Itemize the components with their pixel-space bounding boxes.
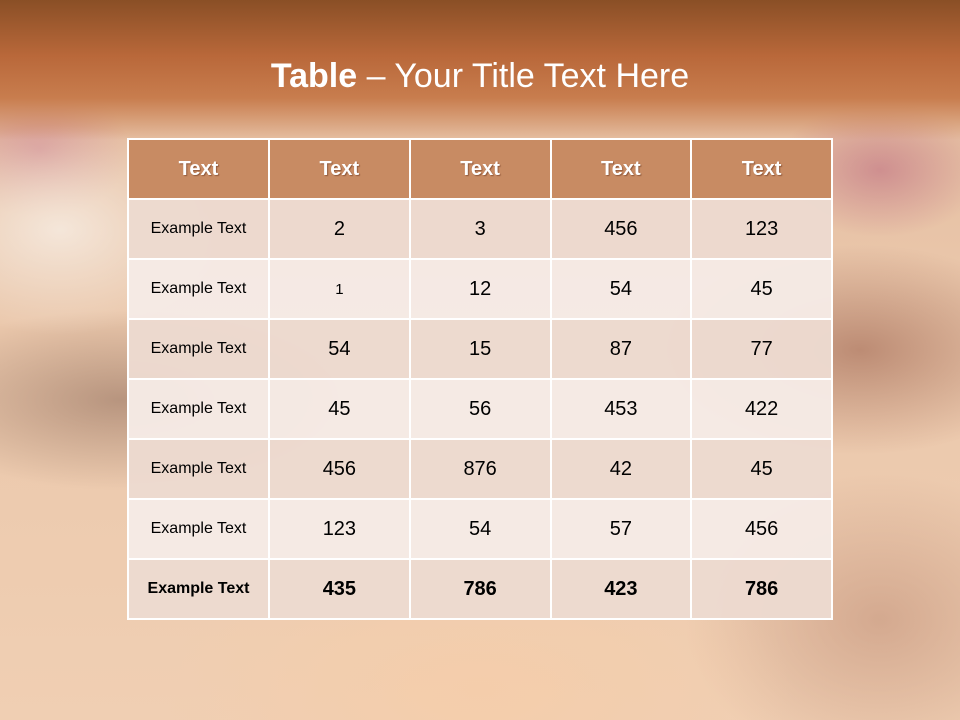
title-bold: Table bbox=[270, 57, 358, 95]
table-cell: 786 bbox=[690, 558, 833, 620]
header-cell: Text bbox=[127, 138, 270, 200]
row-label: Example Text bbox=[127, 318, 270, 380]
table-total-row: Example Text 435 786 423 786 bbox=[127, 558, 833, 620]
table-cell: 1 bbox=[268, 258, 411, 320]
table-cell: 87 bbox=[549, 318, 693, 380]
table-row: Example Text 2 3 456 123 bbox=[127, 198, 833, 260]
table-row: Example Text 45 56 453 422 bbox=[127, 378, 833, 440]
data-table: Text Text Text Text Text Example Text 2 … bbox=[127, 138, 833, 620]
header-cell: Text bbox=[690, 138, 833, 200]
table-cell: 422 bbox=[690, 378, 833, 440]
table-cell: 423 bbox=[549, 558, 693, 620]
table-cell: 453 bbox=[549, 378, 693, 440]
header-cell: Text bbox=[549, 138, 693, 200]
table-cell: 15 bbox=[408, 318, 552, 380]
table-row: Example Text 456 876 42 45 bbox=[127, 438, 833, 500]
table-row: Example Text 123 54 57 456 bbox=[127, 498, 833, 560]
row-label: Example Text bbox=[127, 558, 270, 620]
row-label: Example Text bbox=[127, 258, 270, 320]
row-label: Example Text bbox=[127, 438, 270, 500]
table-cell: 77 bbox=[690, 318, 833, 380]
table-cell: 45 bbox=[268, 378, 411, 440]
table-cell: 456 bbox=[690, 498, 833, 560]
table-cell: 2 bbox=[268, 198, 411, 260]
table-cell: 56 bbox=[408, 378, 552, 440]
table-cell: 54 bbox=[408, 498, 552, 560]
row-label: Example Text bbox=[127, 378, 270, 440]
table-cell: 435 bbox=[268, 558, 411, 620]
title-rest: – Your Title Text Here bbox=[357, 57, 690, 95]
header-cell: Text bbox=[268, 138, 411, 200]
table-cell: 786 bbox=[408, 558, 552, 620]
table-cell: 123 bbox=[268, 498, 411, 560]
table-cell: 3 bbox=[408, 198, 552, 260]
table-cell: 12 bbox=[408, 258, 552, 320]
slide-background: Table – Your Title Text Here Text Text T… bbox=[0, 0, 960, 720]
table-row: Example Text 54 15 87 77 bbox=[127, 318, 833, 380]
table-cell: 42 bbox=[549, 438, 693, 500]
table-cell: 45 bbox=[690, 438, 833, 500]
table-cell: 456 bbox=[268, 438, 411, 500]
header-cell: Text bbox=[408, 138, 552, 200]
row-label: Example Text bbox=[127, 498, 270, 560]
table-header-row: Text Text Text Text Text bbox=[127, 138, 833, 200]
table-cell: 57 bbox=[549, 498, 693, 560]
table-cell: 456 bbox=[549, 198, 693, 260]
slide-title: Table – Your Title Text Here bbox=[0, 56, 960, 96]
data-table-container: Text Text Text Text Text Example Text 2 … bbox=[127, 138, 833, 620]
row-label: Example Text bbox=[127, 198, 270, 260]
table-row: Example Text 1 12 54 45 bbox=[127, 258, 833, 320]
table-cell: 876 bbox=[408, 438, 552, 500]
table-cell: 54 bbox=[268, 318, 411, 380]
table-cell: 123 bbox=[690, 198, 833, 260]
table-cell: 54 bbox=[549, 258, 693, 320]
table-cell: 45 bbox=[690, 258, 833, 320]
